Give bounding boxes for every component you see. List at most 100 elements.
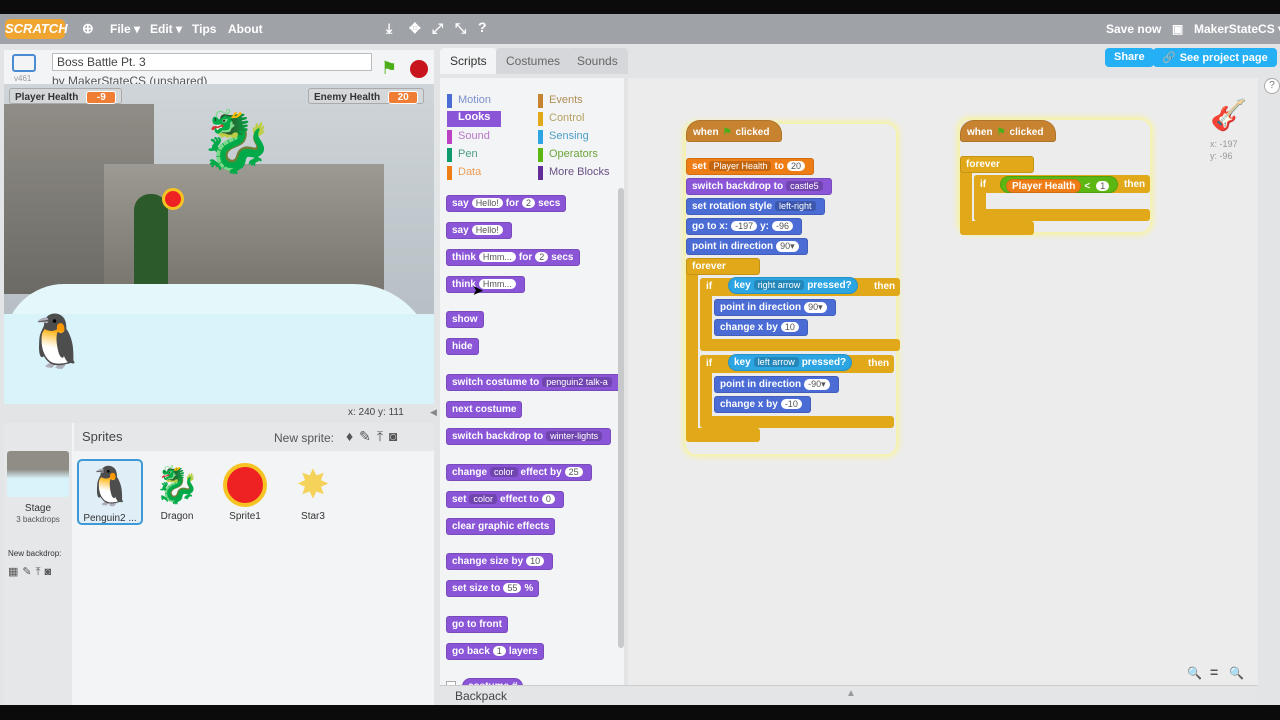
globe-icon[interactable]: ⊕ — [82, 20, 94, 37]
stage-thumbnail[interactable] — [7, 451, 69, 497]
green-flag-icon[interactable]: ⚑ — [381, 58, 397, 79]
sprite-thumb-sprite1[interactable]: Sprite1 — [212, 459, 278, 525]
see-project-page-button[interactable]: 🔗 See project page — [1153, 48, 1277, 67]
set-rotation-style-block[interactable]: set rotation style left-right — [686, 198, 825, 215]
block-think[interactable]: think Hmm... — [446, 276, 525, 293]
block-say-for-secs[interactable]: say Hello! for 2 secs — [446, 195, 567, 212]
stage-canvas[interactable]: 🐉 🐧 Player Health -9 Enemy Health 20 — [4, 84, 434, 404]
block-input[interactable]: 2 — [522, 198, 536, 208]
block-input[interactable]: -96 — [772, 221, 794, 231]
block-dropdown[interactable]: left-right — [775, 201, 816, 211]
category-motion[interactable]: Motion — [447, 94, 491, 108]
palette-scrollbar[interactable] — [618, 188, 624, 648]
go-to-xy-block[interactable]: go to x: -197 y: -96 — [686, 218, 803, 235]
share-button[interactable]: Share — [1105, 48, 1154, 67]
block-input[interactable]: 55 — [503, 583, 522, 593]
grow-icon[interactable]: ⤢ — [432, 20, 443, 37]
category-sensing[interactable]: Sensing — [538, 130, 589, 144]
about-menu[interactable]: About — [228, 22, 263, 36]
tab-scripts[interactable]: Scripts — [440, 48, 497, 74]
block-think-for-secs[interactable]: think Hmm... for 2 secs — [446, 249, 580, 266]
player-health-monitor[interactable]: Player Health -9 — [9, 88, 123, 104]
block-dropdown[interactable]: penguin2 talk-a — [542, 377, 612, 387]
block-dropdown[interactable]: winter-lights — [546, 431, 603, 441]
block-dropdown[interactable]: Player Health — [709, 161, 772, 171]
block-switch-costume[interactable]: switch costume to penguin2 talk-a — [446, 374, 621, 391]
key-pressed-right-block[interactable]: key right arrow pressed? — [728, 277, 858, 294]
stop-icon[interactable] — [410, 60, 428, 78]
block-dropdown[interactable]: castle5 — [786, 181, 823, 191]
block-show[interactable]: show — [446, 311, 484, 328]
player-health-reporter[interactable]: Player Health — [1006, 179, 1082, 193]
zoom-reset-icon[interactable]: = — [1210, 664, 1218, 680]
block-change-size[interactable]: change size by 10 — [446, 553, 554, 570]
scratch-logo[interactable]: SCRATCH — [5, 19, 68, 39]
block-input[interactable]: 1 — [1096, 181, 1110, 191]
category-data[interactable]: Data — [447, 166, 481, 180]
block-input[interactable]: 25 — [564, 467, 583, 477]
file-menu[interactable]: File ▾ — [110, 22, 140, 36]
save-now-link[interactable]: Save now — [1106, 22, 1161, 36]
delete-icon[interactable]: ✥ — [409, 20, 421, 37]
block-dropdown[interactable]: color — [490, 467, 518, 477]
point-direction-block[interactable]: point in direction 90▾ — [686, 238, 808, 255]
fireball-sprite[interactable] — [162, 188, 184, 210]
forever-block[interactable]: forever — [686, 258, 760, 275]
block-input[interactable]: 0 — [541, 494, 555, 504]
block-input[interactable]: 1 — [492, 646, 506, 656]
dragon-sprite[interactable]: 🐉 — [199, 102, 309, 182]
block-input[interactable]: 10 — [780, 322, 799, 332]
block-input[interactable]: -90▾ — [804, 379, 830, 390]
category-more-blocks[interactable]: More Blocks — [538, 166, 610, 180]
block-input[interactable]: Hello! — [471, 198, 503, 208]
user-menu[interactable]: MakerStateCS ▾ — [1194, 22, 1280, 36]
block-input[interactable]: -10 — [780, 399, 802, 409]
change-x-neg10-block[interactable]: change x by -10 — [714, 396, 811, 413]
when-flag-clicked-block[interactable]: when ⚑ clicked — [686, 120, 782, 142]
block-input[interactable]: 10 — [526, 556, 545, 566]
block-go-back-layers[interactable]: go back 1 layers — [446, 643, 544, 660]
help-icon[interactable]: ? — [478, 19, 487, 35]
block-input[interactable]: 2 — [535, 252, 549, 262]
block-next-costume[interactable]: next costume — [446, 401, 523, 418]
sprite-thumb-penguin[interactable]: 🐧 Penguin2 ... — [77, 459, 143, 525]
project-title-input[interactable]: Boss Battle Pt. 3 — [52, 53, 372, 71]
category-pen[interactable]: Pen — [447, 148, 478, 162]
block-input[interactable]: Hmm... — [478, 279, 516, 289]
block-say[interactable]: say Hello! — [446, 222, 512, 239]
block-input[interactable]: Hello! — [471, 225, 503, 235]
sprite-thumb-dragon[interactable]: 🐉 Dragon — [144, 459, 210, 525]
tips-menu[interactable]: Tips — [192, 22, 216, 36]
fullscreen-icon[interactable] — [12, 54, 36, 72]
category-looks[interactable]: Looks — [447, 111, 501, 127]
scripts-area[interactable]: when ⚑ clicked set Player Health to 20 switch… — [628, 78, 1258, 692]
collapse-arrow-icon[interactable]: ◀ — [430, 407, 437, 418]
zoom-out-icon[interactable]: 🔍 — [1187, 666, 1202, 680]
point-direction-90-block[interactable]: point in direction 90▾ — [714, 299, 836, 316]
block-input[interactable]: Hmm... — [478, 252, 516, 262]
penguin-sprite[interactable]: 🐧 — [24, 302, 94, 382]
help-circle-icon[interactable]: ? — [1264, 78, 1280, 94]
switch-backdrop-block[interactable]: switch backdrop to castle5 — [686, 178, 832, 195]
block-input[interactable]: 90▾ — [776, 241, 799, 252]
block-clear-effects[interactable]: clear graphic effects — [446, 518, 556, 535]
category-sound[interactable]: Sound — [447, 130, 490, 144]
block-set-effect[interactable]: set color effect to 0 — [446, 491, 564, 508]
block-change-effect[interactable]: change color effect by 25 — [446, 464, 592, 481]
block-dropdown[interactable]: color — [469, 494, 497, 504]
block-input[interactable]: -197 — [731, 221, 758, 231]
block-go-to-front[interactable]: go to front — [446, 616, 508, 633]
edit-menu[interactable]: Edit ▾ — [150, 22, 182, 36]
block-input[interactable]: 90▾ — [804, 302, 827, 313]
category-events[interactable]: Events — [538, 94, 583, 108]
key-pressed-left-block[interactable]: key left arrow pressed? — [728, 354, 853, 371]
new-sprite-icons[interactable]: ♦✎⤒◙ — [346, 428, 404, 445]
change-x-10-block[interactable]: change x by 10 — [714, 319, 808, 336]
sprite-thumb-star3[interactable]: ✸ Star3 — [280, 459, 346, 525]
tab-sounds[interactable]: Sounds — [567, 48, 628, 74]
backpack-bar[interactable]: Backpack ▲ — [440, 685, 1258, 705]
shrink-icon[interactable]: ⤡ — [455, 20, 466, 37]
point-direction-neg90-block[interactable]: point in direction -90▾ — [714, 376, 839, 393]
expand-arrow-icon[interactable]: ▲ — [846, 688, 856, 699]
duplicate-icon[interactable]: ⤓ — [386, 20, 392, 37]
